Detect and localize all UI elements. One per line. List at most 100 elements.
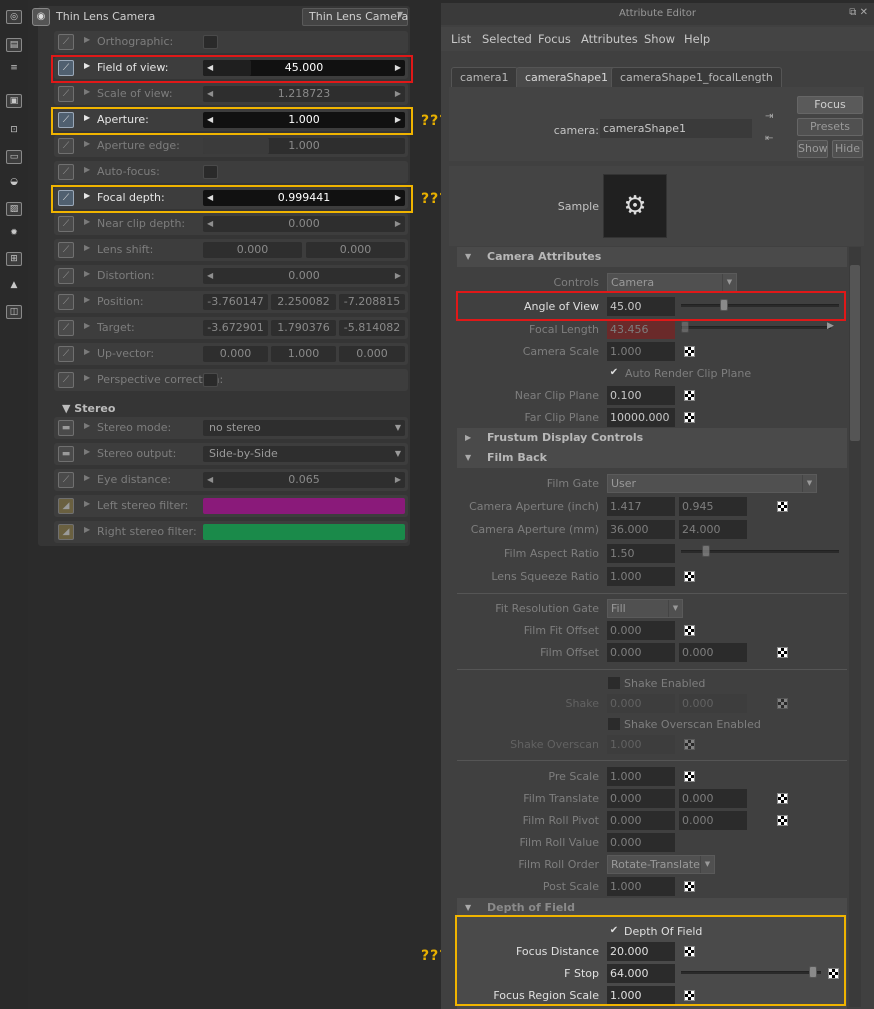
expand-icon[interactable]: ▶ [84,373,90,382]
up-vector-x-field[interactable]: 0.000 [203,346,268,362]
camera-scale-field[interactable]: 1.000 [607,342,675,361]
aspect-ratio-field[interactable]: 1.50 [607,544,675,563]
lens-shift-y-field[interactable]: 0.000 [306,242,405,258]
stack-icon[interactable]: ≡ [6,62,22,76]
expand-icon[interactable]: ▶ [84,347,90,356]
roll-pivot-x-field[interactable]: 0.000 [607,811,675,830]
aperture-mm-x-field[interactable]: 36.000 [607,520,675,539]
target-z-field[interactable]: -5.814082 [339,320,405,336]
window-controls-icon[interactable]: ⧉ ✕ [849,7,868,18]
camera-type-select[interactable]: Thin Lens Camera ▼ [302,8,408,26]
texture-map-icon[interactable] [777,501,788,512]
picture-icon[interactable]: ▨ [6,202,22,216]
curve-icon[interactable]: ⟋ [58,164,74,180]
position-y-field[interactable]: 2.250082 [271,294,336,310]
near-clip-field[interactable]: 0.100 [607,386,675,405]
expand-icon[interactable]: ▶ [84,269,90,278]
expand-icon[interactable]: ▶ [84,35,90,44]
film-gate-select[interactable]: User ▼ [607,474,817,493]
distortion-slider[interactable]: ◀ 0.000 ▶ [203,268,405,284]
increment-icon[interactable]: ▶ [395,86,401,102]
decrement-icon[interactable]: ◀ [207,268,213,284]
roll-order-select[interactable]: Rotate-Translate ▼ [607,855,715,874]
expand-icon[interactable]: ▶ [84,295,90,304]
orthographic-checkbox[interactable] [203,35,218,49]
right-stereo-color[interactable] [203,524,405,540]
shake-enabled-checkbox[interactable] [608,677,620,689]
up-vector-y-field[interactable]: 1.000 [271,346,336,362]
left-stereo-color[interactable] [203,498,405,514]
expand-icon[interactable]: ▶ [84,447,90,456]
texture-map-icon[interactable] [684,571,695,582]
scale-of-view-slider[interactable]: ◀ 1.218723 ▶ [203,86,405,102]
increment-icon[interactable]: ▶ [395,472,401,488]
scrollbar[interactable] [849,247,861,1007]
focal-length-slider-handle[interactable] [681,321,689,333]
expand-icon[interactable]: ▶ [84,321,90,330]
fit-gate-select[interactable]: Fill ▼ [607,599,683,618]
stereo-mode-select[interactable]: no stereo ▼ [203,420,405,436]
position-z-field[interactable]: -7.208815 [339,294,405,310]
controls-select[interactable]: Camera ▼ [607,273,737,292]
texture-map-icon[interactable] [684,412,695,423]
expand-icon[interactable]: ▶ [84,243,90,252]
expand-icon[interactable]: ▶ [84,473,90,482]
curve-icon[interactable]: ⟋ [58,138,74,154]
curve-icon[interactable]: ⟋ [58,346,74,362]
decrement-icon[interactable]: ◀ [207,472,213,488]
shader-icon[interactable]: ⊞ [6,252,22,266]
texture-map-icon[interactable] [777,698,788,709]
increment-icon[interactable]: ▶ [395,216,401,232]
expand-icon[interactable]: ▶ [84,217,90,226]
film-offset-y-field[interactable]: 0.000 [679,643,747,662]
curve-icon[interactable]: ⟋ [58,268,74,284]
hide-button[interactable]: Hide [832,140,863,158]
texture-map-icon[interactable] [684,625,695,636]
bar-icon[interactable]: ▬ [58,420,74,436]
near-clip-depth-slider[interactable]: ◀ 0.000 ▶ [203,216,405,232]
texture-map-icon[interactable] [684,739,695,750]
stereo-output-select[interactable]: Side-by-Side ▼ [203,446,405,462]
squeeze-ratio-field[interactable]: 1.000 [607,567,675,586]
aperture-inch-x-field[interactable]: 1.417 [607,497,675,516]
aperture-inch-y-field[interactable]: 0.945 [679,497,747,516]
curve-icon[interactable]: ⟋ [58,86,74,102]
menu-help[interactable]: Help [684,32,710,46]
camera-tool-icon[interactable]: ◎ [6,10,22,24]
focus-button[interactable]: Focus [797,96,863,114]
pre-scale-field[interactable]: 1.000 [607,767,675,786]
tab-camerashape1[interactable]: cameraShape1 [516,67,617,87]
film-offset-x-field[interactable]: 0.000 [607,643,675,662]
color-swatch-icon[interactable]: ◢ [58,498,74,514]
texture-map-icon[interactable] [777,793,788,804]
expand-icon[interactable]: ▶ [84,421,90,430]
curve-icon[interactable]: ⟋ [58,320,74,336]
texture-map-icon[interactable] [684,771,695,782]
output-connection-icon[interactable]: ⇤ [765,133,773,144]
curve-icon[interactable]: ⟋ [58,294,74,310]
focal-length-slider-track[interactable] [681,326,831,329]
input-connection-icon[interactable]: ⇥ [765,111,773,122]
film-translate-y-field[interactable]: 0.000 [679,789,747,808]
aperture-mm-y-field[interactable]: 24.000 [679,520,747,539]
post-scale-field[interactable]: 1.000 [607,877,675,896]
expand-icon[interactable]: ▶ [84,139,90,148]
tab-camera1[interactable]: camera1 [451,67,518,87]
position-x-field[interactable]: -3.760147 [203,294,268,310]
fit-offset-field[interactable]: 0.000 [607,621,675,640]
presets-button[interactable]: Presets [797,118,863,136]
frustum-display-header[interactable]: ▶ Frustum Display Controls [457,428,847,448]
menu-selected[interactable]: Selected [482,32,532,46]
decrement-icon[interactable]: ◀ [207,216,213,232]
texture-map-icon[interactable] [777,647,788,658]
layers-icon[interactable]: ▤ [6,38,22,52]
menu-show[interactable]: Show [644,32,675,46]
lens-shift-x-field[interactable]: 0.000 [203,242,302,258]
frame-icon[interactable]: ⊡ [6,124,22,138]
texture-map-icon[interactable] [684,346,695,357]
curve-icon[interactable]: ⟋ [58,242,74,258]
film-back-header[interactable]: ▼ Film Back [457,448,847,468]
focal-length-field[interactable]: 43.456 [607,320,675,339]
camera-attributes-header[interactable]: ▼ Camera Attributes [457,247,847,267]
auto-render-clip-checkbox[interactable]: ✔ [608,367,620,379]
